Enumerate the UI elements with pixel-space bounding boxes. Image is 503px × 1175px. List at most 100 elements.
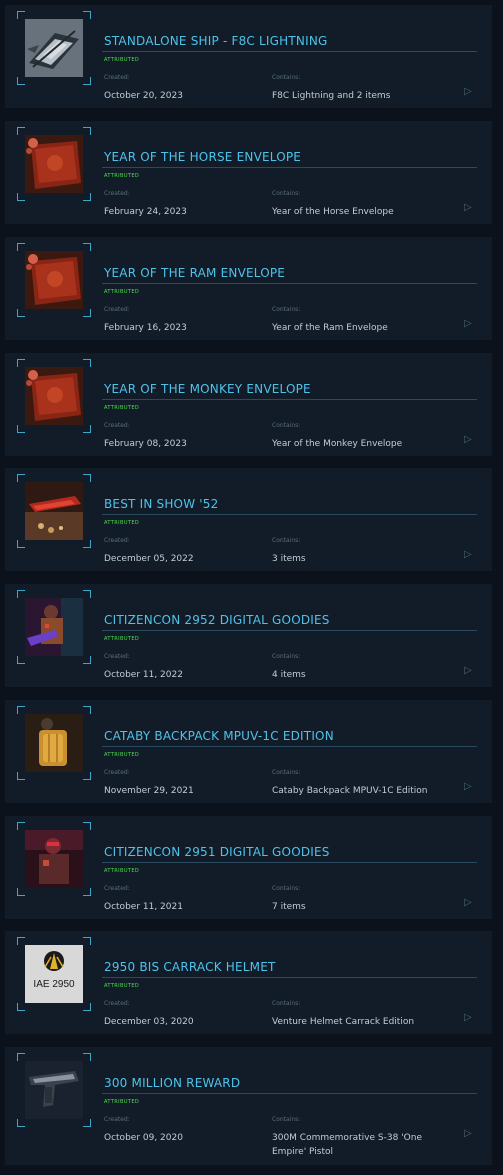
red-envelope-image (25, 367, 83, 425)
thumbnail-frame (17, 127, 91, 201)
created-label: Created: (104, 1000, 130, 1007)
iae-logo-image: IAE 2950 (25, 945, 83, 1003)
pledge-card[interactable]: CATABY BACKPACK MPUV-1C EDITION ATTRIBUT… (5, 700, 492, 815)
play-triangle-icon[interactable]: ▷ (464, 435, 472, 445)
title-divider (102, 514, 477, 515)
thumbnail-frame (17, 822, 91, 896)
contains-value: Venture Helmet Carrack Edition (272, 1017, 415, 1027)
created-label: Created: (104, 74, 130, 81)
contains-label: Contains: (272, 769, 301, 776)
title-divider (102, 167, 477, 168)
pledge-list: STANDALONE SHIP - F8C LIGHTNING ATTRIBUT… (0, 0, 503, 1175)
thumbnail-frame (17, 590, 91, 664)
created-label: Created: (104, 306, 130, 313)
status-badge: ATTRIBUTED (104, 173, 140, 179)
title-divider (102, 746, 477, 747)
created-date: October 11, 2021 (104, 902, 183, 912)
pledge-title[interactable]: BEST IN SHOW '52 (104, 497, 218, 511)
play-triangle-icon[interactable]: ▷ (464, 87, 472, 97)
thumbnail-frame: IAE 2950 (17, 937, 91, 1011)
pledge-card[interactable]: STANDALONE SHIP - F8C LIGHTNING ATTRIBUT… (5, 5, 492, 120)
thumbnail-frame (17, 1053, 91, 1127)
red-armor-character-image (25, 830, 83, 888)
title-divider (102, 283, 477, 284)
title-divider (102, 51, 477, 52)
backpack-image (25, 714, 83, 772)
thumbnail-frame (17, 359, 91, 433)
pledge-title[interactable]: 300 MILLION REWARD (104, 1076, 240, 1090)
pledge-title[interactable]: YEAR OF THE HORSE ENVELOPE (104, 150, 301, 164)
thumbnail-frame (17, 243, 91, 317)
ship-on-table-image (25, 482, 83, 540)
title-divider (102, 630, 477, 631)
title-divider (102, 1093, 477, 1094)
contains-value: 4 items (272, 670, 306, 680)
contains-label: Contains: (272, 422, 301, 429)
thumbnail-frame (17, 474, 91, 548)
play-triangle-icon[interactable]: ▷ (464, 1013, 472, 1023)
pledge-title[interactable]: YEAR OF THE MONKEY ENVELOPE (104, 382, 311, 396)
title-divider (102, 977, 477, 978)
created-label: Created: (104, 422, 130, 429)
contains-value: Year of the Horse Envelope (272, 207, 394, 217)
play-triangle-icon[interactable]: ▷ (464, 782, 472, 792)
pledge-title[interactable]: YEAR OF THE RAM ENVELOPE (104, 266, 285, 280)
pledge-title[interactable]: 2950 BIS CARRACK HELMET (104, 960, 276, 974)
created-label: Created: (104, 537, 130, 544)
pledge-title[interactable]: CITIZENCON 2952 DIGITAL GOODIES (104, 613, 330, 627)
created-date: November 29, 2021 (104, 786, 194, 796)
play-triangle-icon[interactable]: ▷ (464, 319, 472, 329)
pledge-card[interactable]: BEST IN SHOW '52 ATTRIBUTED Created: Con… (5, 468, 492, 583)
contains-value: 3 items (272, 554, 306, 564)
contains-value: 300M Commemorative S-38 'One Empire' Pis… (272, 1133, 422, 1157)
thumbnail-frame (17, 706, 91, 780)
pledge-card[interactable]: YEAR OF THE MONKEY ENVELOPE ATTRIBUTED C… (5, 353, 492, 468)
created-date: February 24, 2023 (104, 207, 187, 217)
play-triangle-icon[interactable]: ▷ (464, 203, 472, 213)
contains-label: Contains: (272, 653, 301, 660)
status-badge: ATTRIBUTED (104, 868, 140, 874)
ship-image (25, 19, 83, 77)
play-triangle-icon[interactable]: ▷ (464, 550, 472, 560)
contains-value: F8C Lightning and 2 items (272, 91, 391, 101)
red-envelope-image (25, 135, 83, 193)
play-triangle-icon[interactable]: ▷ (464, 898, 472, 908)
pledge-title[interactable]: CITIZENCON 2951 DIGITAL GOODIES (104, 845, 330, 859)
contains-label: Contains: (272, 1000, 301, 1007)
play-triangle-icon[interactable]: ▷ (464, 666, 472, 676)
created-date: December 05, 2022 (104, 554, 194, 564)
created-label: Created: (104, 190, 130, 197)
contains-label: Contains: (272, 190, 301, 197)
pledge-card[interactable]: CITIZENCON 2951 DIGITAL GOODIES ATTRIBUT… (5, 816, 492, 931)
pledge-card[interactable]: CITIZENCON 2952 DIGITAL GOODIES ATTRIBUT… (5, 584, 492, 699)
created-date: December 03, 2020 (104, 1017, 194, 1027)
title-divider (102, 862, 477, 863)
thumbnail-frame (17, 11, 91, 85)
pledge-card[interactable]: YEAR OF THE HORSE ENVELOPE ATTRIBUTED Cr… (5, 121, 492, 236)
pledge-card[interactable]: 300 MILLION REWARD ATTRIBUTED Created: C… (5, 1047, 492, 1175)
contains-value: Year of the Monkey Envelope (272, 439, 403, 449)
status-badge: ATTRIBUTED (104, 405, 140, 411)
pledge-title[interactable]: STANDALONE SHIP - F8C LIGHTNING (104, 34, 328, 48)
pledge-card[interactable]: IAE 2950 2950 BIS CARRACK HELMET ATTRIBU… (5, 931, 492, 1046)
pledge-card[interactable]: YEAR OF THE RAM ENVELOPE ATTRIBUTED Crea… (5, 237, 492, 352)
contains-label: Contains: (272, 1116, 301, 1123)
contains-label: Contains: (272, 885, 301, 892)
status-badge: ATTRIBUTED (104, 1099, 140, 1105)
armored-character-image (25, 598, 83, 656)
status-badge: ATTRIBUTED (104, 983, 140, 989)
created-date: October 20, 2023 (104, 91, 183, 101)
play-triangle-icon[interactable]: ▷ (464, 1129, 472, 1139)
status-badge: ATTRIBUTED (104, 636, 140, 642)
iae-logo-text: IAE 2950 (33, 979, 75, 990)
status-badge: ATTRIBUTED (104, 57, 140, 63)
contains-value: Cataby Backpack MPUV-1C Edition (272, 786, 428, 796)
contains-value: Year of the Ram Envelope (272, 323, 388, 333)
contains-label: Contains: (272, 74, 301, 81)
created-label: Created: (104, 769, 130, 776)
created-date: October 09, 2020 (104, 1133, 183, 1143)
created-date: February 16, 2023 (104, 323, 187, 333)
pledge-title[interactable]: CATABY BACKPACK MPUV-1C EDITION (104, 729, 334, 743)
pistol-image (25, 1061, 83, 1119)
created-label: Created: (104, 653, 130, 660)
